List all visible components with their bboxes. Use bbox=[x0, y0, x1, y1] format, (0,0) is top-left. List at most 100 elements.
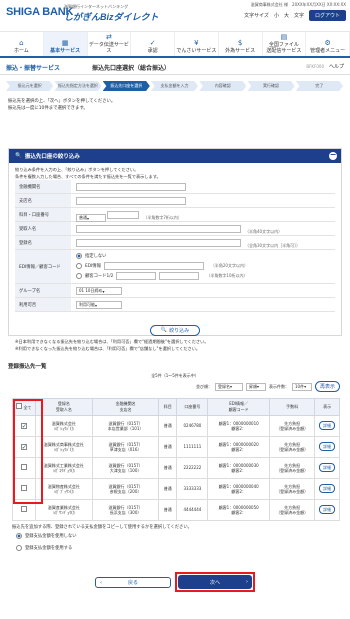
per-page-select[interactable]: 10件 ▾ bbox=[291, 382, 312, 391]
font-menu[interactable]: 文字 bbox=[294, 12, 304, 19]
redisplay-button[interactable]: 再表示 bbox=[314, 381, 340, 392]
help-link[interactable]: ヘルプ bbox=[329, 63, 344, 70]
edi-row: EDI情報／顧客コード 指定しない EDI情報 （半角20文字以内） 顧客コード1… bbox=[15, 250, 335, 285]
step: 実行確認 bbox=[247, 81, 295, 91]
customer-code-radio[interactable]: 顧客コード1/2 （半角数字10桁以内） bbox=[76, 271, 330, 281]
edi-info-radio[interactable]: EDI情報 （半角20文字以内） bbox=[76, 261, 330, 271]
check-icon: ✓ bbox=[149, 38, 156, 47]
edi-none-radio[interactable]: 指定しない bbox=[76, 251, 330, 261]
gear-icon: ⚙ bbox=[324, 38, 331, 47]
home-icon: ⌂ bbox=[19, 38, 24, 47]
step-indicator: 振込元を選択 振込先指定方法を選択 振込先口座を選択 支払金額を入力 内容確認 … bbox=[6, 81, 344, 91]
yen-icon: ¥ bbox=[194, 38, 199, 47]
nav-basic-service[interactable]: ▦ 基本サービス bbox=[43, 32, 88, 56]
detail-button[interactable]: 詳細 bbox=[319, 442, 336, 452]
payee-name-input[interactable] bbox=[76, 225, 241, 234]
account-type-select[interactable]: 普通 ▾ bbox=[76, 214, 106, 223]
bank-name-input[interactable] bbox=[76, 183, 186, 192]
filter-instructions: 絞り込み条件を入力の上、「絞り込み」ボタンを押してください。 条件を複数入力した… bbox=[15, 167, 161, 179]
dollar-icon: $ bbox=[237, 38, 243, 47]
user-info: 滋賀商事株式会社 様 20XX年XX月XX日 XX:XX:XX bbox=[250, 2, 346, 7]
table-row: ✓ 滋賀株式商事株式会社 ｼｶﾞｼｮｳｼﾞ(ｶ 滋賀銀行（0157） 草津支店（01… bbox=[12, 436, 340, 458]
detail-button[interactable]: 詳細 bbox=[319, 421, 336, 431]
nav-admin[interactable]: ⚙ 管理者メニュー bbox=[306, 32, 350, 56]
nav-file-delivery[interactable]: ▤ 全国ファイル 送配信サービス bbox=[263, 32, 307, 56]
intro-text: 振込先を選択の上、「次へ」ボタンを押してください。 振込先は一度に10件まで選択… bbox=[8, 99, 116, 112]
usage-select[interactable]: 利用可能 ▾ bbox=[76, 301, 122, 310]
list-count: 全5件（1〜5件を表示中） bbox=[151, 373, 199, 378]
account-row: 科目・口座番号 普通 ▾ （半角数字7桁以内） bbox=[15, 208, 335, 223]
table-row: 滋賀株式工業株式会社 ｼｶﾞｺｳｷﾞｮｳ(ｶ 滋賀銀行（0157） 大津支店（10… bbox=[12, 457, 340, 479]
sort-select[interactable]: 登録名 ▾ bbox=[214, 382, 243, 391]
filter-notes: ※日本利用できなくなる振込先を絞り込む場合は、「利用可否」欄で"経過期間後"を選… bbox=[15, 338, 209, 351]
font-size-label: 文字サイズ bbox=[244, 13, 269, 19]
nav-data-transfer[interactable]: ⇄ データ伝送サービス bbox=[88, 32, 132, 56]
no-copy-amount-radio[interactable]: 登録支払金額を使用しない bbox=[16, 531, 77, 541]
header: SHIGA BANK 滋賀銀行インターネットバンキング しがぎんBizダイレクト… bbox=[0, 0, 350, 32]
edi-info-input[interactable] bbox=[103, 262, 204, 271]
file-icon: ▤ bbox=[280, 33, 288, 42]
customer-code1-input[interactable] bbox=[116, 272, 157, 281]
copy-amount-radio[interactable]: 登録支払金額を使用する bbox=[16, 543, 72, 553]
table-row: 滋賀産業株式会社 ｼｶﾞｻﾝｷﾞｮｳ(ｶ 滋賀銀行（0157） 長浜支店（300）… bbox=[12, 499, 340, 521]
transfer-icon: ⇄ bbox=[105, 33, 112, 42]
filter-panel: 🔍 振込先口座の絞り込み − 絞り込み条件を入力の上、「絞り込み」ボタンを押してくだ… bbox=[8, 148, 342, 351]
row-checkbox[interactable]: ✓ bbox=[20, 443, 27, 450]
title-bar: 振込・振替サービス 振込先口座選択（総合振込） BFKF000 ヘルプ bbox=[0, 58, 350, 75]
screen-code: BFKF000 bbox=[306, 64, 324, 69]
bottom-note: 振込先を追加する際、登録されている支払金額をコピーして使用するかを選択してくださ… bbox=[12, 525, 192, 530]
customer-code2-input[interactable] bbox=[159, 272, 200, 281]
table-row: 滋賀物産株式会社 ｼｶﾞﾌﾞｯｻﾝ(ｶ 滋賀銀行（0157） 彦根支店（200）普… bbox=[12, 478, 340, 500]
grid-icon: ▦ bbox=[61, 38, 69, 47]
bank-row: 金融機関名 bbox=[15, 180, 335, 195]
filter-panel-header[interactable]: 🔍 振込先口座の絞り込み − bbox=[9, 149, 341, 163]
group-select[interactable]: 01 10日締め ▾ bbox=[76, 287, 122, 296]
back-button[interactable]: ‹ 戻る bbox=[95, 577, 171, 588]
logout-button[interactable]: ログアウト bbox=[308, 10, 346, 21]
step-current: 振込先口座を選択 bbox=[102, 81, 150, 91]
step: 振込元を選択 bbox=[6, 81, 54, 91]
page: SHIGA BANK 滋賀銀行インターネットバンキング しがぎんBizダイレクト… bbox=[0, 0, 350, 619]
account-number-input[interactable] bbox=[107, 211, 140, 220]
page-title: 振込先口座選択（総合振込） bbox=[92, 65, 171, 72]
nav-home[interactable]: ⌂ ホーム bbox=[0, 32, 44, 56]
row-checkbox[interactable]: ✓ bbox=[20, 422, 27, 429]
next-button[interactable]: 次へ › bbox=[178, 575, 252, 589]
search-icon: 🔍 bbox=[15, 153, 22, 159]
select-all-checkbox[interactable] bbox=[16, 403, 23, 409]
list-controls: 並び順： 登録名 ▾ 昇順 ▾ 表示件数： 10件 ▾ 再表示 bbox=[196, 381, 340, 392]
order-select[interactable]: 昇順 ▾ bbox=[245, 382, 266, 391]
font-large-button[interactable]: 大 bbox=[284, 12, 289, 19]
collapse-icon[interactable]: − bbox=[329, 151, 337, 160]
service-logo: しがぎんBizダイレクト bbox=[64, 12, 159, 22]
search-icon: 🔍 bbox=[160, 327, 168, 334]
filter-button[interactable]: 🔍 絞り込み bbox=[149, 324, 201, 336]
nav-densai[interactable]: ¥ でんさいサービス bbox=[175, 32, 219, 56]
nav-forex[interactable]: $ 外為サービス bbox=[219, 32, 263, 56]
step: 振込先指定方法を選択 bbox=[54, 81, 102, 91]
list-title: 登録振込先一覧 bbox=[8, 364, 47, 370]
font-small-button[interactable]: 小 bbox=[274, 12, 279, 19]
detail-button[interactable]: 詳細 bbox=[319, 505, 336, 515]
chevron-left-icon: ‹ bbox=[100, 579, 102, 586]
usage-row: 利用可否 利用可能 ▾ bbox=[15, 298, 335, 313]
group-row: グループ名 01 10日締め ▾ bbox=[15, 284, 335, 299]
branch-name-input[interactable] bbox=[76, 197, 186, 206]
branch-row: 支店名 bbox=[15, 194, 335, 209]
chevron-right-icon: › bbox=[246, 579, 248, 585]
step: 支払金額を入力 bbox=[150, 81, 199, 91]
header-links: 文字サイズ 小 大 文字 ログアウト bbox=[244, 10, 346, 21]
nav-approval[interactable]: ✓ 承認 bbox=[131, 32, 175, 56]
row-checkbox[interactable] bbox=[20, 464, 27, 471]
row-checkbox[interactable] bbox=[20, 485, 27, 492]
table-header: 全て 登録名 受取人名 金融機関名 支店名 科目 口座番号 EDI情報／ 顧客コ… bbox=[12, 398, 340, 416]
section-title: 振込・振替サービス bbox=[6, 65, 61, 72]
detail-button[interactable]: 詳細 bbox=[319, 463, 336, 473]
payee-row: 受取人名 （半角40文字以内） bbox=[15, 222, 335, 237]
registered-name-input[interactable] bbox=[76, 239, 241, 248]
global-nav: ⌂ ホーム ▦ 基本サービス ⇄ データ伝送サービス ✓ 承認 ¥ でんさいサービス $ 外… bbox=[0, 32, 350, 58]
table-row: ✓ 滋賀株式会社 ｼｶﾞｼｮｳｼﾞ(ｶ 滋賀銀行（0157） 本店営業部（101）普… bbox=[12, 415, 340, 437]
registered-row: 登録名 （全角30文字以内［半角可］） bbox=[15, 236, 335, 251]
row-checkbox[interactable] bbox=[20, 506, 27, 513]
detail-button[interactable]: 詳細 bbox=[319, 484, 336, 494]
